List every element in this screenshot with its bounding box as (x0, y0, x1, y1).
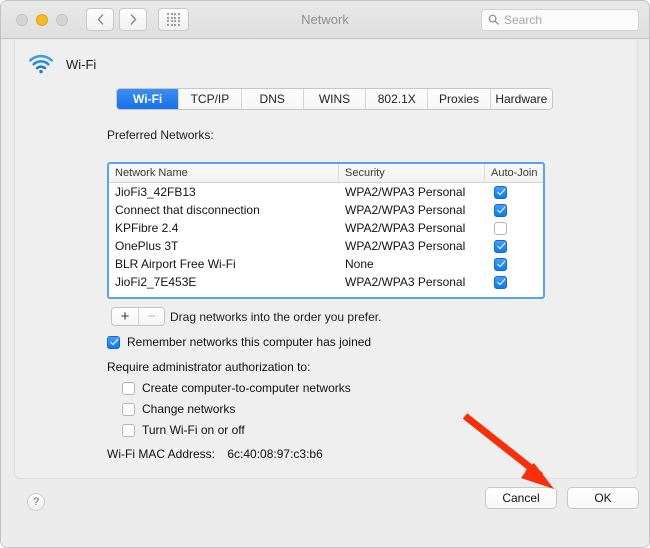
tab-wins[interactable]: WINS (303, 89, 367, 109)
require-admin-options: Create computer-to-computer networks Cha… (122, 381, 351, 437)
mac-address-row: Wi-Fi MAC Address: 6c:40:08:97:c3:b6 (107, 447, 323, 461)
remember-networks-checkbox[interactable] (107, 335, 120, 349)
tab-wifi[interactable]: Wi-Fi (117, 89, 180, 109)
cell-security: WPA2/WPA3 Personal (345, 185, 466, 199)
table-row[interactable]: OnePlus 3T WPA2/WPA3 Personal (109, 237, 543, 255)
cell-auto-join (485, 183, 543, 201)
traffic-lights (16, 13, 68, 26)
cell-auto-join (485, 237, 543, 255)
cell-auto-join (485, 255, 543, 273)
table-row[interactable]: JioFi3_42FB13 WPA2/WPA3 Personal (109, 183, 543, 201)
cell-network-name: KPFibre 2.4 (115, 221, 179, 235)
service-label: Wi-Fi (66, 56, 97, 72)
mac-address-label: Wi-Fi MAC Address: (107, 447, 216, 461)
table-row[interactable]: BLR Airport Free Wi-Fi None (109, 255, 543, 273)
forward-button[interactable] (119, 8, 147, 31)
search-field[interactable] (481, 8, 639, 31)
back-button[interactable] (86, 8, 114, 31)
nav-buttons (86, 8, 147, 31)
table-row[interactable]: JioFi2_7E453E WPA2/WPA3 Personal (109, 273, 543, 291)
search-input[interactable] (504, 12, 624, 27)
table-header-row: Network Name Security Auto-Join (109, 164, 543, 183)
cell-network-name: BLR Airport Free Wi-Fi (115, 257, 236, 271)
require-turn-wifi-row[interactable]: Turn Wi-Fi on or off (122, 423, 351, 437)
preferred-networks-label: Preferred Networks: (107, 128, 214, 142)
auto-join-checkbox[interactable] (494, 203, 507, 217)
require-create-computer-networks-checkbox[interactable] (122, 381, 135, 395)
cell-network-name: JioFi3_42FB13 (115, 185, 196, 199)
auto-join-checkbox[interactable] (494, 239, 507, 253)
cancel-button[interactable]: Cancel (485, 487, 557, 509)
add-remove-network-controls: + − (111, 307, 165, 326)
cell-network-name: JioFi2_7E453E (115, 275, 197, 289)
require-change-networks-label: Change networks (142, 402, 236, 416)
service-header: Wi-Fi (15, 40, 637, 74)
remember-networks-row[interactable]: Remember networks this computer has join… (107, 335, 371, 349)
cell-auto-join (485, 273, 543, 291)
cell-security: WPA2/WPA3 Personal (345, 221, 466, 235)
cell-security: WPA2/WPA3 Personal (345, 275, 466, 289)
require-create-computer-networks-row[interactable]: Create computer-to-computer networks (122, 381, 351, 395)
auto-join-checkbox[interactable] (494, 257, 507, 271)
require-turn-wifi-label: Turn Wi-Fi on or off (142, 423, 245, 437)
remember-networks-label: Remember networks this computer has join… (127, 335, 372, 349)
column-header-auto-join[interactable]: Auto-Join (485, 164, 543, 182)
tab-tcpip[interactable]: TCP/IP (179, 89, 242, 109)
add-network-button[interactable]: + (112, 308, 138, 325)
tab-dns[interactable]: DNS (241, 89, 304, 109)
cell-network-name: OnePlus 3T (115, 239, 179, 253)
search-icon (488, 14, 499, 25)
settings-sheet: Wi-Fi Wi-Fi TCP/IP DNS WINS 802.1X Proxi… (14, 40, 638, 479)
require-turn-wifi-checkbox[interactable] (122, 423, 135, 437)
tab-proxies[interactable]: Proxies (428, 89, 491, 109)
close-button[interactable] (16, 13, 28, 26)
tab-bar: Wi-Fi TCP/IP DNS WINS 802.1X Proxies Har… (116, 88, 553, 110)
drag-hint-text: Drag networks into the order you prefer. (170, 310, 382, 324)
auto-join-checkbox[interactable] (494, 221, 507, 235)
cell-network-name: Connect that disconnection (115, 203, 260, 217)
cell-security: WPA2/WPA3 Personal (345, 239, 466, 253)
chevron-right-icon (130, 14, 136, 25)
zoom-button[interactable] (56, 13, 68, 26)
column-header-network-name[interactable]: Network Name (109, 164, 339, 182)
auto-join-checkbox[interactable] (494, 275, 507, 289)
table-row[interactable]: Connect that disconnection WPA2/WPA3 Per… (109, 201, 543, 219)
require-admin-label: Require administrator authorization to: (107, 360, 311, 374)
cell-security: WPA2/WPA3 Personal (345, 203, 466, 217)
require-change-networks-row[interactable]: Change networks (122, 402, 351, 416)
auto-join-checkbox[interactable] (494, 185, 507, 199)
network-preferences-window: Network Wi-Fi Wi-Fi TCP/IP DNS WINS (0, 0, 650, 548)
cell-security: None (345, 257, 374, 271)
help-button[interactable]: ? (27, 493, 45, 511)
ok-button[interactable]: OK (567, 487, 639, 509)
title-bar: Network (1, 1, 649, 39)
require-change-networks-checkbox[interactable] (122, 402, 135, 416)
cell-auto-join (485, 219, 543, 237)
tab-hardware[interactable]: Hardware (490, 89, 552, 109)
cell-auto-join (485, 201, 543, 219)
mac-address-value: 6c:40:08:97:c3:b6 (227, 447, 323, 461)
show-all-grid-icon (167, 13, 180, 26)
minimize-button[interactable] (36, 13, 48, 26)
remove-network-button[interactable]: − (138, 308, 164, 325)
dialog-footer: ? Cancel OK (1, 479, 649, 547)
tab-8021x[interactable]: 802.1X (366, 89, 429, 109)
wifi-icon (29, 54, 53, 74)
preferred-networks-table[interactable]: Network Name Security Auto-Join JioFi3_4… (107, 162, 545, 299)
chevron-left-icon (97, 14, 103, 25)
require-create-computer-networks-label: Create computer-to-computer networks (142, 381, 351, 395)
show-all-button[interactable] (158, 8, 189, 31)
table-row[interactable]: KPFibre 2.4 WPA2/WPA3 Personal (109, 219, 543, 237)
column-header-security[interactable]: Security (339, 164, 485, 182)
